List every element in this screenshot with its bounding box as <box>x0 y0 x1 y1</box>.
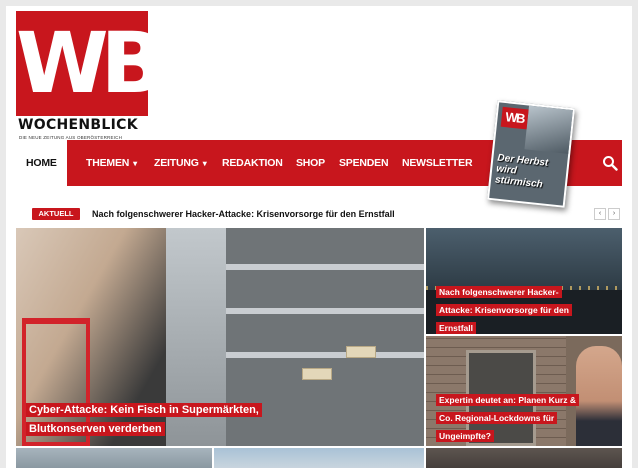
cover-photo <box>524 105 576 155</box>
nav-redaktion[interactable]: REDAKTION <box>222 140 283 186</box>
magazine-cover[interactable]: WB Der Herbst wird stürmisch <box>486 100 576 208</box>
ticker-next-button[interactable]: › <box>608 208 620 220</box>
search-icon[interactable] <box>602 155 618 171</box>
nav-shop[interactable]: SHOP <box>296 140 325 186</box>
cover-headline: Der Herbst wird stürmisch <box>494 152 549 191</box>
ticker-badge: AKTUELL <box>32 208 80 220</box>
nav-home-label: HOME <box>26 157 57 169</box>
ticker-prev-button[interactable]: ‹ <box>594 208 606 220</box>
article-right-bottom-headline[interactable]: Expertin deutet an: Planen Kurz & Co. Re… <box>436 394 579 442</box>
site-logo[interactable]: WB WOCHENBLICK DIE NEUE ZEITUNG AUS OBER… <box>16 11 165 143</box>
ticker-headline[interactable]: Nach folgenschwerer Hacker-Attacke: Kris… <box>92 206 395 222</box>
logo-mark: WB <box>16 11 165 116</box>
cover-logo: WB <box>500 106 529 130</box>
nav-spenden[interactable]: SPENDEN <box>339 140 389 186</box>
chevron-down-icon: ▾ <box>133 159 137 168</box>
nav-redaktion-label: REDAKTION <box>222 157 283 169</box>
article-main[interactable]: Cyber-Attacke: Kein Fisch in Supermärkte… <box>16 228 424 446</box>
article-bottom-1[interactable] <box>16 448 212 468</box>
article-bottom-3[interactable] <box>426 448 622 468</box>
nav-themen[interactable]: THEMEN ▾ <box>86 140 137 186</box>
logo-letters: WB <box>16 14 165 112</box>
nav-themen-label: THEMEN <box>86 157 130 169</box>
news-ticker: AKTUELL Nach folgenschwerer Hacker-Attac… <box>16 206 622 222</box>
article-right-bottom[interactable]: Expertin deutet an: Planen Kurz & Co. Re… <box>426 336 622 446</box>
shelf <box>226 264 424 270</box>
article-main-headline[interactable]: Cyber-Attacke: Kein Fisch in Supermärkte… <box>26 403 262 436</box>
article-right-top[interactable]: Nach folgenschwerer Hacker-Attacke: Kris… <box>426 228 622 334</box>
shelf <box>226 308 424 314</box>
article-right-bottom-headline-wrap: Expertin deutet an: Planen Kurz & Co. Re… <box>436 390 584 444</box>
brand-name: WOCHENBLICK <box>18 117 138 133</box>
shelf <box>226 352 424 358</box>
article-main-headline-wrap: Cyber-Attacke: Kein Fisch in Supermärkte… <box>26 400 266 438</box>
nav-zeitung[interactable]: ZEITUNG ▾ <box>154 140 207 186</box>
article-right-top-headline-wrap: Nach folgenschwerer Hacker-Attacke: Kris… <box>436 282 576 334</box>
nav-shop-label: SHOP <box>296 157 325 169</box>
product-pack <box>302 368 332 380</box>
nav-spenden-label: SPENDEN <box>339 157 389 169</box>
nav-home[interactable]: HOME <box>16 140 67 186</box>
chevron-down-icon: ▾ <box>202 159 207 168</box>
nav-newsletter-label: NEWSLETTER <box>402 157 473 169</box>
article-bottom-2[interactable] <box>214 448 424 468</box>
page: WB WOCHENBLICK DIE NEUE ZEITUNG AUS OBER… <box>6 6 632 468</box>
nav-zeitung-label: ZEITUNG <box>154 157 199 169</box>
article-right-top-headline[interactable]: Nach folgenschwerer Hacker-Attacke: Kris… <box>436 286 572 334</box>
product-pack <box>346 346 376 358</box>
nav-newsletter[interactable]: NEWSLETTER <box>402 140 473 186</box>
